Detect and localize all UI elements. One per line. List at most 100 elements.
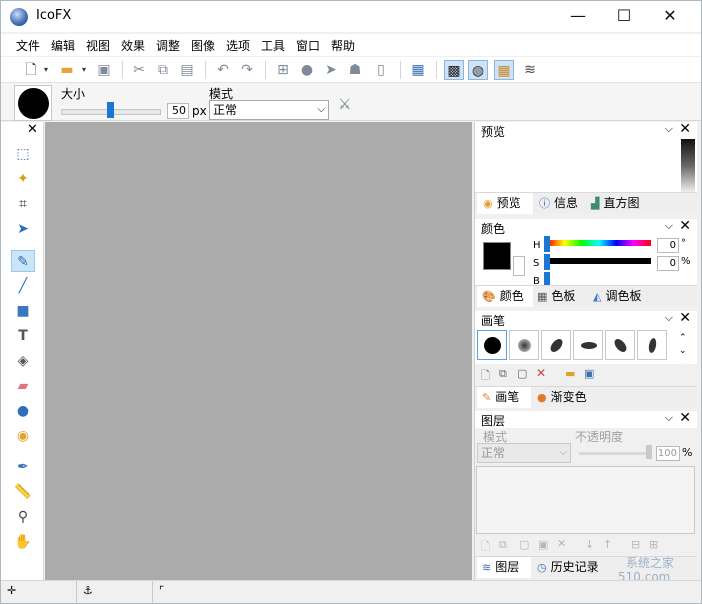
brush-preview[interactable] xyxy=(14,85,52,121)
close-icon[interactable]: ✕ xyxy=(679,410,691,426)
menu-image[interactable]: 图像 xyxy=(191,37,215,54)
chevron-down-icon[interactable]: ⌵ xyxy=(665,411,673,425)
tab-brush[interactable]: ✎ 画笔 xyxy=(477,387,531,408)
maximize-button[interactable]: ☐ xyxy=(601,1,647,32)
new-brush-icon[interactable]: 🗋 xyxy=(481,367,490,386)
undo-icon[interactable]: ↶ xyxy=(213,60,233,80)
chevron-down-icon[interactable]: ⌵ xyxy=(665,311,673,325)
menu-adjust[interactable]: 调整 xyxy=(156,37,180,54)
line-icon[interactable]: ╱ xyxy=(11,275,35,297)
layers-icon[interactable]: ≋ xyxy=(520,60,540,80)
tab-layers[interactable]: ≋ 图层 xyxy=(477,557,531,578)
menu-view[interactable]: 视图 xyxy=(86,37,110,54)
close-icon[interactable]: ✕ xyxy=(27,122,38,137)
opacity-input[interactable]: 100 xyxy=(656,446,680,461)
minimize-button[interactable]: — xyxy=(555,1,601,32)
text-icon[interactable]: T xyxy=(11,325,35,347)
phone-icon[interactable]: ▯ xyxy=(371,60,391,80)
tab-info[interactable]: ⓘ 信息 xyxy=(535,193,585,214)
h-input[interactable]: 0 xyxy=(657,238,679,253)
new-dropdown-icon[interactable]: ▾ xyxy=(41,60,51,80)
duplicate-brush-icon[interactable]: ⧉ xyxy=(499,367,507,381)
tab-preview[interactable]: ◉ 预览 xyxy=(477,193,533,214)
delete-layer-icon[interactable]: ✕ xyxy=(557,537,566,550)
brush-preset[interactable] xyxy=(573,330,603,360)
mode-select[interactable]: 正常 ⌵ xyxy=(209,100,329,120)
menu-options[interactable]: 选项 xyxy=(226,37,250,54)
canvas-area[interactable] xyxy=(45,122,472,580)
import-icon[interactable]: ▦ xyxy=(408,60,428,80)
tab-gradient[interactable]: ● 渐变色 xyxy=(533,387,603,408)
bulb-icon[interactable]: ◉ xyxy=(11,425,35,447)
edit-brush-icon[interactable]: ▢ xyxy=(517,367,527,380)
save-icon[interactable]: ▣ xyxy=(584,367,594,380)
save-icon[interactable]: ▣ xyxy=(94,60,114,80)
brush-preset[interactable] xyxy=(637,330,667,360)
ruler-icon[interactable]: 📏 xyxy=(11,481,35,503)
close-button[interactable]: ✕ xyxy=(647,1,693,32)
s-input[interactable]: 0 xyxy=(657,256,679,271)
marquee-select-icon[interactable]: ⬚ xyxy=(11,143,35,165)
layers-list[interactable] xyxy=(476,466,695,534)
menu-window[interactable]: 窗口 xyxy=(296,37,320,54)
flatten-icon[interactable]: ⊞ xyxy=(649,538,658,551)
hand-icon[interactable]: ✋ xyxy=(11,531,35,553)
size-input[interactable]: 50 xyxy=(167,103,189,119)
move-down-icon[interactable]: ↓ xyxy=(585,538,594,551)
antialias-icon[interactable]: ⚔ xyxy=(338,95,351,113)
new-icon[interactable]: 🗋 xyxy=(21,60,41,80)
redo-icon[interactable]: ↷ xyxy=(237,60,257,80)
shade-icon[interactable]: ◍ xyxy=(468,60,488,80)
brush-preset[interactable] xyxy=(605,330,635,360)
menu-file[interactable]: 文件 xyxy=(16,37,40,54)
brightness-slider-thumb[interactable] xyxy=(544,272,550,285)
secondary-color-swatch[interactable] xyxy=(513,256,525,276)
checker-icon[interactable]: ▦ xyxy=(494,60,514,80)
tab-swatches[interactable]: ▦ 色板 xyxy=(535,286,587,307)
apple-icon[interactable]: ● xyxy=(297,60,317,80)
eraser-icon[interactable]: ▰ xyxy=(11,375,35,397)
tab-histogram[interactable]: ▟ 直方图 xyxy=(587,193,657,214)
menu-help[interactable]: 帮助 xyxy=(331,37,355,54)
close-icon[interactable]: ✕ xyxy=(679,218,691,234)
new-layer-icon[interactable]: 🗋 xyxy=(481,538,490,557)
crop-icon[interactable]: ⌗ xyxy=(11,193,35,215)
menu-effects[interactable]: 效果 xyxy=(121,37,145,54)
opacity-slider-thumb[interactable] xyxy=(646,445,652,459)
current-color-swatch[interactable] xyxy=(483,242,511,270)
open-folder-icon[interactable]: ▬ xyxy=(57,60,77,80)
hue-slider[interactable] xyxy=(547,240,651,246)
move-up-icon[interactable]: ↑ xyxy=(603,538,612,551)
open-folder-icon[interactable]: ▬ xyxy=(565,367,575,380)
open-dropdown-icon[interactable]: ▾ xyxy=(79,60,89,80)
brush-preset[interactable] xyxy=(477,330,507,360)
move-icon[interactable]: ➤ xyxy=(11,218,35,240)
saturation-slider-thumb[interactable] xyxy=(544,254,550,270)
cut-icon[interactable]: ✂ xyxy=(129,60,149,80)
cursor-icon[interactable]: ➤ xyxy=(321,60,341,80)
menu-edit[interactable]: 编辑 xyxy=(51,37,75,54)
layer-mode-select[interactable]: 正常 ⌵ xyxy=(477,443,571,463)
magic-wand-icon[interactable]: ✦ xyxy=(11,168,35,190)
delete-brush-icon[interactable]: ✕ xyxy=(536,366,546,380)
chevron-down-icon[interactable]: ⌵ xyxy=(665,219,673,233)
close-icon[interactable]: ✕ xyxy=(679,310,691,326)
size-slider-thumb[interactable] xyxy=(107,102,114,118)
android-icon[interactable]: ☗ xyxy=(345,60,365,80)
brush-preset[interactable] xyxy=(541,330,571,360)
menu-tools[interactable]: 工具 xyxy=(261,37,285,54)
brush-preset[interactable] xyxy=(509,330,539,360)
fill-bucket-icon[interactable]: ◈ xyxy=(11,350,35,372)
merge-layer-icon[interactable]: ▣ xyxy=(538,538,548,551)
duplicate-layer-icon[interactable]: ▢ xyxy=(519,538,529,551)
rectangle-icon[interactable]: ■ xyxy=(11,300,35,322)
import-layer-icon[interactable]: ⧉ xyxy=(499,538,507,552)
windows-icon[interactable]: ⊞ xyxy=(273,60,293,80)
merge-down-icon[interactable]: ⊟ xyxy=(631,538,640,551)
copy-icon[interactable]: ⧉ xyxy=(153,60,173,80)
color-picker-icon[interactable]: ✒ xyxy=(11,456,35,478)
saturation-slider[interactable] xyxy=(547,258,651,264)
zoom-icon[interactable]: ⚲ xyxy=(11,506,35,528)
close-icon[interactable]: ✕ xyxy=(679,121,691,137)
hue-slider-thumb[interactable] xyxy=(544,236,550,252)
